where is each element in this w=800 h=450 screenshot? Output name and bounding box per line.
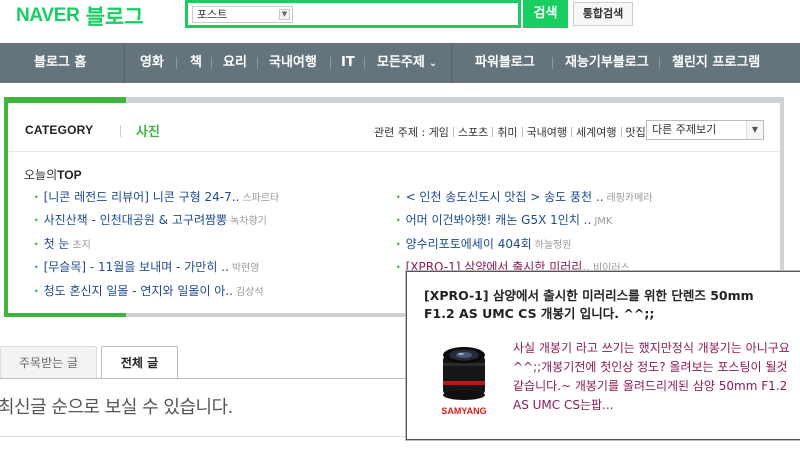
post-title[interactable]: < 인천 송도신도시 맛집 > 송도 풍천 .. xyxy=(406,190,604,204)
nav-talent-donation-blog[interactable]: 재능기부블로그 xyxy=(565,43,649,83)
nav-item-cooking[interactable]: 요리 xyxy=(223,43,247,83)
popup-title[interactable]: [XPRO-1] 삼양에서 출시한 미러리스를 위한 단렌즈 50mm F1.2… xyxy=(424,287,784,323)
nav-power-blog[interactable]: 파워블로그 xyxy=(475,43,535,83)
integrated-search-button[interactable]: 통합검색 xyxy=(573,2,633,26)
nav-separator xyxy=(176,57,177,69)
nav-item-movie[interactable]: 영화 xyxy=(140,43,164,83)
nav-item-book[interactable]: 책 xyxy=(190,43,202,83)
main-nav: 블로그 홈 영화 책 요리 국내여행 IT 모든주제 ⌄ 파워블로그 재능기부블로… xyxy=(0,43,800,83)
list-item[interactable]: · 사진산책 - 인천대공원 & 고구려짬뽕 녹차향기 xyxy=(34,211,267,228)
post-author: 녹차향기 xyxy=(230,216,267,227)
post-title[interactable]: 양수리포토에세이 404회 xyxy=(406,237,532,251)
naver-logo-text: NAVER xyxy=(16,5,80,26)
post-author: 초지 xyxy=(72,240,91,251)
category-name: 사진 xyxy=(136,125,160,140)
chevron-down-icon: ▼ xyxy=(279,9,290,20)
post-author: 김상석 xyxy=(235,287,264,298)
post-title[interactable]: [니콘 레전드 리뷰어] 니콘 구형 24-7.. xyxy=(44,190,240,204)
lens-thumbnail[interactable]: SAMYANG xyxy=(429,333,499,423)
other-topics-value: 다른 주제보기 xyxy=(652,123,717,136)
tab-all-posts[interactable]: 전체 글 xyxy=(101,346,178,379)
related-topic-world-travel[interactable]: 세계여행 xyxy=(576,126,616,139)
post-title[interactable]: 청도 혼신지 일몰 - 연지와 일몰이 아.. xyxy=(44,284,233,298)
related-topic-sports[interactable]: 스포츠 xyxy=(458,126,488,139)
nav-divider xyxy=(124,43,125,83)
chevron-down-icon: ⌄ xyxy=(428,58,438,69)
nav-item-all-topics[interactable]: 모든주제 ⌄ xyxy=(377,43,437,83)
related-topic-domestic-travel[interactable]: 국내여행 xyxy=(527,126,567,139)
list-item[interactable]: · [무슬목] - 11월을 보내며 - 가만히 .. 박현영 xyxy=(34,258,259,275)
today-top-title: 오늘의TOP xyxy=(24,166,82,183)
post-title[interactable]: 첫 눈 xyxy=(44,237,70,251)
nav-blog-home[interactable]: 블로그 홈 xyxy=(34,43,86,83)
post-preview-popup[interactable]: [XPRO-1] 삼양에서 출시한 미러리스를 위한 단렌즈 50mm F1.2… xyxy=(406,271,800,440)
nav-separator xyxy=(330,57,331,69)
nav-separator xyxy=(211,57,212,69)
list-item[interactable]: · 청도 혼신지 일몰 - 연지와 일몰이 아.. 김상석 xyxy=(34,282,264,299)
list-item[interactable]: · 첫 눈 초지 xyxy=(34,235,91,252)
post-title[interactable]: 사진산책 - 인천대공원 & 고구려짬뽕 xyxy=(44,213,228,227)
category-label: CATEGORY xyxy=(25,123,94,137)
post-author: JMK xyxy=(594,216,613,227)
accent-border xyxy=(4,97,126,103)
post-author: 박현영 xyxy=(231,263,260,274)
search-box[interactable]: 포스트 ▼ xyxy=(185,0,521,28)
accent-border xyxy=(4,97,8,317)
sort-hint-text: 최신글 순으로 보실 수 있습니다. xyxy=(0,397,233,418)
post-title[interactable]: 어머 이건봐야햇! 캐논 G5X 1인치 .. xyxy=(406,213,592,227)
nav-divider xyxy=(451,43,452,83)
related-topic-game[interactable]: 게임 xyxy=(429,126,449,139)
other-topics-select[interactable]: 다른 주제보기 ▼ xyxy=(646,120,764,140)
samyang-brand-text: SAMYANG xyxy=(441,406,486,416)
list-item[interactable]: · 양수리포토에세이 404회 하늘정원 xyxy=(396,235,571,252)
related-topic-restaurants[interactable]: 맛집 xyxy=(626,126,646,139)
list-item[interactable]: · [니콘 레전드 리뷰어] 니콘 구형 24-7.. 스파르타 xyxy=(34,188,279,205)
nav-all-topics-label: 모든주제 xyxy=(377,55,425,70)
search-type-value: 포스트 xyxy=(197,8,228,21)
nav-separator xyxy=(552,57,553,69)
list-item[interactable]: · 어머 이건봐야햇! 캐논 G5X 1인치 .. JMK xyxy=(396,211,612,228)
tab-featured-posts[interactable]: 주목받는 글 xyxy=(0,346,97,378)
related-topics-label: 관련 주제 : xyxy=(374,126,426,139)
post-author: 레핑카메라 xyxy=(606,193,653,204)
related-topic-hobby[interactable]: 취미 xyxy=(497,126,517,139)
post-title[interactable]: [무슬목] - 11월을 보내며 - 가만히 .. xyxy=(44,260,229,274)
search-type-select[interactable]: 포스트 ▼ xyxy=(192,6,293,23)
nav-separator xyxy=(364,57,365,69)
related-topics: 관련 주제 : 게임 스포츠 취미 국내여행 세계여행 맛집 xyxy=(374,124,646,140)
accent-border xyxy=(4,313,126,317)
popup-description[interactable]: 사실 개봉기 라고 쓰기는 했지만정식 개봉기는 아니구요 ^^;;개봉기전에 … xyxy=(513,339,791,415)
post-author: 하늘정원 xyxy=(534,240,572,251)
divider xyxy=(120,125,121,137)
nav-separator xyxy=(659,57,660,69)
list-item[interactable]: · < 인천 송도신도시 맛집 > 송도 풍천 .. 레핑카메라 xyxy=(396,188,653,205)
blog-logo-text: 블로그 xyxy=(85,5,144,29)
today-top-prefix: 오늘의 xyxy=(24,168,58,182)
naver-blog-logo[interactable]: NAVER 블로그 xyxy=(16,4,144,29)
divider xyxy=(8,151,780,152)
chevron-down-icon: ▼ xyxy=(746,121,763,139)
post-author: 스파르타 xyxy=(242,193,280,204)
today-top-bold: TOP xyxy=(57,168,82,182)
nav-separator xyxy=(257,57,258,69)
nav-challenge-program[interactable]: 챌린지 프로그램 xyxy=(672,43,760,83)
nav-item-domestic-travel[interactable]: 국내여행 xyxy=(269,43,317,83)
nav-item-it[interactable]: IT xyxy=(341,43,355,83)
search-button[interactable]: 검색 xyxy=(523,0,568,28)
